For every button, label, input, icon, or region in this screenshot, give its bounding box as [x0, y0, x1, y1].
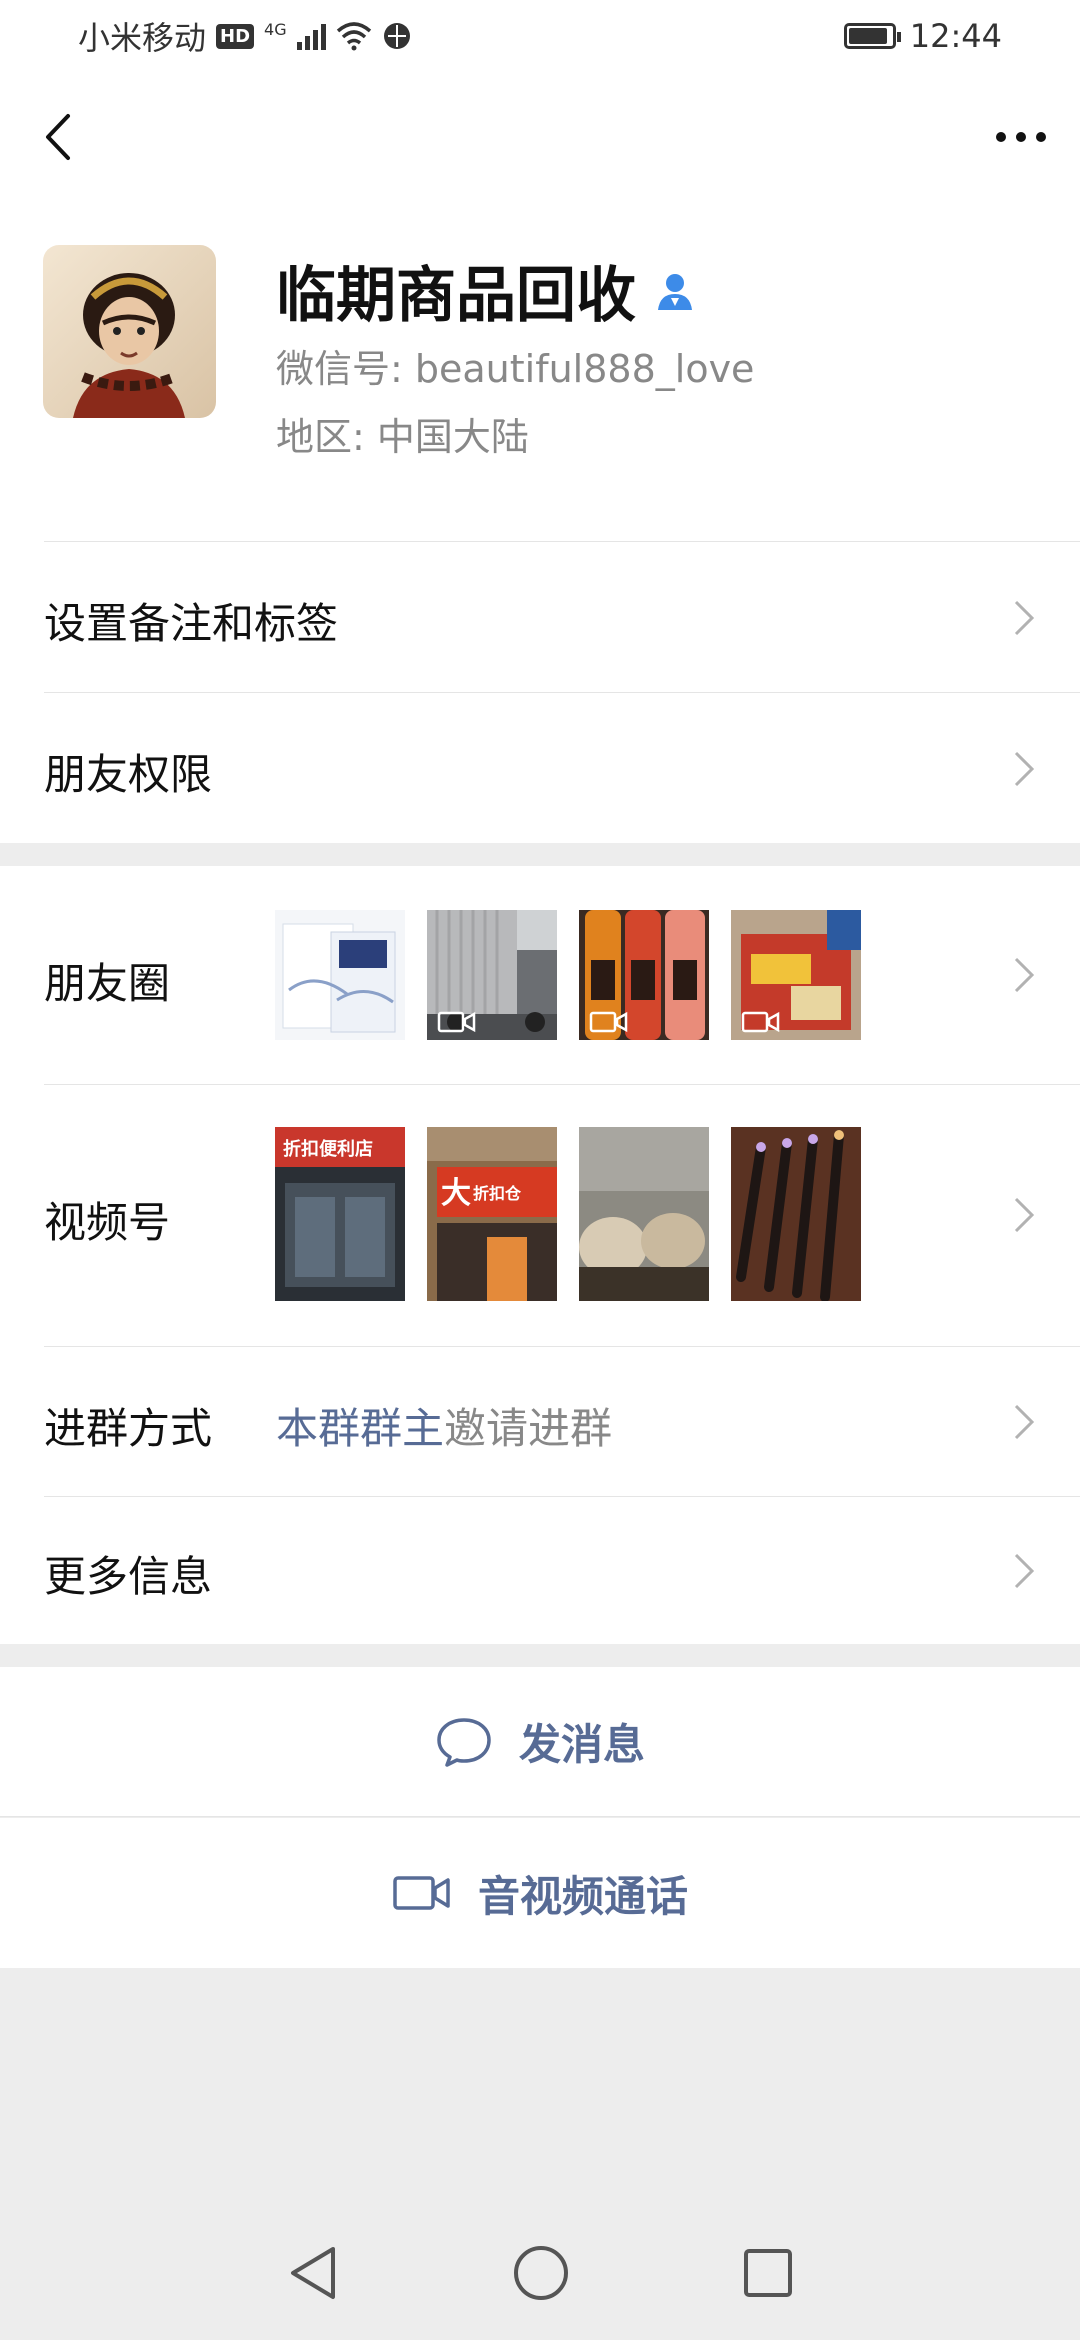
- nav-recents-square-icon[interactable]: [741, 2246, 795, 2300]
- send-message-label: 发消息: [518, 1720, 645, 1769]
- moments-label: 朋友圈: [44, 959, 171, 1008]
- status-bar: 小米移动 HD 4G 12:44: [0, 0, 1080, 72]
- carrier-name: 小米移动: [78, 19, 207, 57]
- clock: 12:44: [909, 17, 1002, 55]
- chevron-right-icon: [1014, 1197, 1035, 1233]
- permissions-row[interactable]: 朋友权限: [44, 692, 1080, 843]
- name-row: 临期商品回收: [276, 247, 696, 334]
- video-badge-icon: [589, 1011, 628, 1033]
- profile-header: 临期商品回收 微信号: beautiful888_love 地区: 中国大陆: [0, 202, 1080, 542]
- system-nav-bar: [0, 2205, 1080, 2340]
- channels-thumb-pens: [731, 1127, 861, 1301]
- voice-video-call-label: 音视频通话: [477, 1871, 688, 1921]
- chevron-right-icon: [1014, 600, 1035, 636]
- channels-label: 视频号: [44, 1198, 171, 1247]
- moments-thumb-milk: [275, 910, 405, 1040]
- nav-home-circle-icon[interactable]: [511, 2243, 571, 2303]
- avatar[interactable]: [43, 245, 216, 418]
- nav-bar: [0, 72, 1080, 202]
- contact-name: 临期商品回收: [276, 261, 636, 331]
- join-method-value: 本群群主邀请进群: [276, 1395, 612, 1456]
- chevron-right-icon: [1014, 957, 1035, 993]
- hd-badge: HD: [216, 23, 255, 49]
- join-method-row[interactable]: 进群方式 本群群主邀请进群: [44, 1346, 1080, 1496]
- network-type: 4G: [264, 19, 287, 39]
- join-method-rest: 邀请进群: [444, 1404, 613, 1453]
- moments-thumb-truck-video: [427, 910, 557, 1040]
- back-chevron-icon[interactable]: [30, 102, 100, 172]
- signal-icon: [296, 22, 326, 50]
- wifi-icon: [336, 22, 371, 51]
- channels-row[interactable]: 视频号 折扣便利店 大 折扣仓: [44, 1084, 1080, 1346]
- region: 地区: 中国大陆: [276, 415, 529, 459]
- nav-back-triangle-icon[interactable]: [285, 2243, 341, 2303]
- data-saver-icon: [383, 23, 410, 49]
- moments-thumb-snacks-video: [731, 910, 861, 1040]
- remark-row[interactable]: 设置备注和标签: [44, 541, 1080, 692]
- channels-thumb-storefront: 大 折扣仓: [427, 1127, 557, 1301]
- video-badge-icon: [741, 1011, 780, 1033]
- more-info-label: 更多信息: [44, 1552, 213, 1601]
- chat-bubble-icon: [437, 1717, 491, 1767]
- contact-user-icon: [658, 273, 692, 310]
- remark-label: 设置备注和标签: [44, 599, 339, 648]
- info-group: 朋友圈 视频号 折扣便利店 大 折扣仓 进群方式 本群群主邀请进群 更多信息: [0, 866, 1080, 1644]
- send-message-button[interactable]: 发消息: [0, 1667, 1080, 1817]
- chevron-right-icon: [1014, 1553, 1035, 1589]
- svg-text:折扣便利店: 折扣便利店: [283, 1138, 373, 1160]
- video-badge-icon: [437, 1011, 476, 1033]
- video-camera-icon: [393, 1876, 450, 1910]
- more-dots-icon[interactable]: [986, 102, 1056, 172]
- battery-fill: [848, 28, 887, 44]
- moments-row[interactable]: 朋友圈: [44, 866, 1080, 1084]
- status-left: 小米移动 HD 4G: [78, 13, 412, 59]
- svg-text:大: 大: [441, 1176, 471, 1211]
- svg-text:折扣仓: 折扣仓: [473, 1184, 522, 1203]
- moments-thumb-drinks-video: [579, 910, 709, 1040]
- more-info-row[interactable]: 更多信息: [44, 1496, 1080, 1644]
- channels-thumb-sheep: [579, 1127, 709, 1301]
- channels-thumbnails: 折扣便利店 大 折扣仓: [275, 1127, 861, 1301]
- channels-thumb-store: 折扣便利店: [275, 1127, 405, 1301]
- wechat-id: 微信号: beautiful888_love: [276, 347, 755, 391]
- join-host-link[interactable]: 本群群主: [276, 1404, 444, 1453]
- chevron-right-icon: [1014, 1404, 1035, 1440]
- voice-video-call-button[interactable]: 音视频通话: [0, 1818, 1080, 1968]
- chevron-right-icon: [1014, 751, 1035, 787]
- battery-icon: [843, 23, 901, 49]
- join-method-label: 进群方式: [44, 1404, 213, 1453]
- moments-thumbnails: [275, 910, 861, 1040]
- status-right: 12:44: [843, 17, 1002, 55]
- permissions-label: 朋友权限: [44, 750, 213, 799]
- settings-group: 设置备注和标签 朋友权限: [0, 541, 1080, 843]
